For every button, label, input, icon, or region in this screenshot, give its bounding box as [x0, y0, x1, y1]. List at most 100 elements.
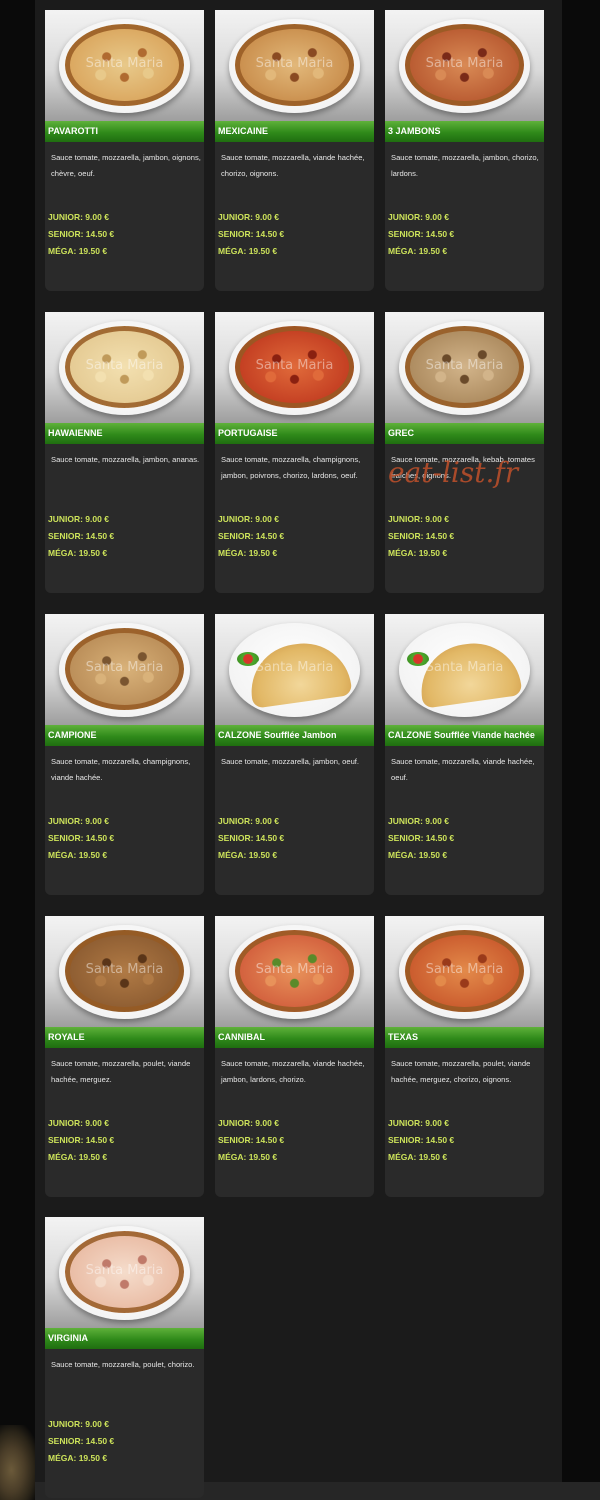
pizza-name[interactable]: TEXAS	[385, 1027, 544, 1048]
price-senior: SENIOR: 14.50 €	[218, 833, 285, 843]
pizza-card[interactable]: Santa Maria 3 JAMBONS Sauce tomate, mozzar…	[385, 10, 544, 291]
santa-maria-watermark: Santa Maria	[85, 358, 164, 373]
pizza-image[interactable]: Santa Maria	[385, 312, 544, 423]
price-mega: MÉGA: 19.50 €	[218, 246, 278, 256]
pizza-name[interactable]: VIRGINIA	[45, 1328, 204, 1349]
price-list: JUNIOR: 9.00 € SENIOR: 14.50 € MÉGA: 19.50…	[48, 209, 114, 260]
pizza-description: Sauce tomate, mozzarella, viande hachée,…	[221, 1059, 365, 1084]
price-list: JUNIOR: 9.00 € SENIOR: 14.50 € MÉGA: 19.50…	[48, 1416, 114, 1467]
pizza-name[interactable]: CANNIBAL	[215, 1027, 374, 1048]
price-junior: JUNIOR: 9.00 €	[218, 816, 279, 826]
price-mega: MÉGA: 19.50 €	[388, 1152, 448, 1162]
price-senior: SENIOR: 14.50 €	[388, 833, 455, 843]
pizza-image[interactable]: Santa Maria	[45, 916, 204, 1027]
price-mega: MÉGA: 19.50 €	[48, 1152, 108, 1162]
pizza-description: Sauce tomate, mozzarella, jambon, ananas…	[51, 455, 200, 464]
pizza-card[interactable]: Santa Maria PAVAROTTI Sauce tomate, mozzar…	[45, 10, 204, 291]
pizza-image[interactable]: Santa Maria	[215, 312, 374, 423]
price-senior: SENIOR: 14.50 €	[218, 1135, 285, 1145]
price-senior: SENIOR: 14.50 €	[218, 229, 285, 239]
pizza-name[interactable]: MEXICAINE	[215, 121, 374, 142]
santa-maria-watermark: Santa Maria	[255, 660, 334, 675]
price-junior: JUNIOR: 9.00 €	[48, 1118, 109, 1128]
price-mega: MÉGA: 19.50 €	[388, 246, 448, 256]
price-mega: MÉGA: 19.50 €	[48, 246, 108, 256]
price-junior: JUNIOR: 9.00 €	[388, 1118, 449, 1128]
price-list: JUNIOR: 9.00 € SENIOR: 14.50 € MÉGA: 19.50…	[218, 209, 284, 260]
santa-maria-watermark: Santa Maria	[85, 1263, 164, 1278]
price-senior: SENIOR: 14.50 €	[48, 229, 115, 239]
pizza-card[interactable]: Santa Maria VIRGINIA Sauce tomate, mozzare…	[45, 1217, 204, 1498]
price-senior: SENIOR: 14.50 €	[388, 1135, 455, 1145]
price-list: JUNIOR: 9.00 € SENIOR: 14.50 € MÉGA: 19.50…	[388, 511, 454, 562]
pizza-name[interactable]: PORTUGAISE	[215, 423, 374, 444]
pizza-card[interactable]: Santa Maria CALZONE Soufflée Jambon Sauce …	[215, 614, 374, 895]
pizza-name[interactable]: PAVAROTTI	[45, 121, 204, 142]
eat-list-watermark: eat-list.fr	[388, 456, 519, 489]
pizza-description: Sauce tomate, mozzarella, poulet, choriz…	[51, 1360, 195, 1369]
santa-maria-watermark: Santa Maria	[85, 56, 164, 71]
pizza-image[interactable]: Santa Maria	[385, 10, 544, 121]
santa-maria-watermark: Santa Maria	[425, 962, 504, 977]
pizza-name[interactable]: GREC	[385, 423, 544, 444]
price-mega: MÉGA: 19.50 €	[48, 548, 108, 558]
pizza-image[interactable]: Santa Maria	[45, 1217, 204, 1328]
calzone-image[interactable]: Santa Maria	[215, 614, 374, 725]
price-junior: JUNIOR: 9.00 €	[388, 514, 449, 524]
pizza-image[interactable]: Santa Maria	[45, 312, 204, 423]
price-list: JUNIOR: 9.00 € SENIOR: 14.50 € MÉGA: 19.50…	[218, 1115, 284, 1166]
santa-maria-watermark: Santa Maria	[425, 56, 504, 71]
pizza-image[interactable]: Santa Maria	[45, 10, 204, 121]
calzone-image[interactable]: Santa Maria	[385, 614, 544, 725]
pizza-description: Sauce tomate, mozzarella, poulet, viande…	[391, 1059, 531, 1084]
pizza-card[interactable]: Santa Maria MEXICAINE Sauce tomate, mozzar…	[215, 10, 374, 291]
pizza-name[interactable]: 3 JAMBONS	[385, 121, 544, 142]
pizza-description: Sauce tomate, mozzarella, champignons, j…	[221, 455, 361, 480]
price-junior: JUNIOR: 9.00 €	[218, 212, 279, 222]
price-list: JUNIOR: 9.00 € SENIOR: 14.50 € MÉGA: 19.50…	[388, 813, 454, 864]
pizza-description: Sauce tomate, mozzarella, poulet, viande…	[51, 1059, 191, 1084]
price-senior: SENIOR: 14.50 €	[48, 531, 115, 541]
santa-maria-watermark: Santa Maria	[425, 358, 504, 373]
price-mega: MÉGA: 19.50 €	[48, 850, 108, 860]
pizza-card[interactable]: Santa Maria TEXAS Sauce tomate, mozzarella…	[385, 916, 544, 1197]
pizza-name[interactable]: CALZONE Soufflée Viande hachée	[385, 725, 544, 746]
right-background	[562, 0, 600, 1500]
pizza-description: Sauce tomate, mozzarella, viande hachée,…	[391, 757, 535, 782]
pizza-card[interactable]: Santa Maria PORTUGAISE Sauce tomate, mozza…	[215, 312, 374, 593]
pizza-image[interactable]: Santa Maria	[215, 916, 374, 1027]
price-junior: JUNIOR: 9.00 €	[48, 514, 109, 524]
price-list: JUNIOR: 9.00 € SENIOR: 14.50 € MÉGA: 19.50…	[218, 511, 284, 562]
pizza-image[interactable]: Santa Maria	[215, 10, 374, 121]
price-senior: SENIOR: 14.50 €	[388, 229, 455, 239]
price-mega: MÉGA: 19.50 €	[388, 850, 448, 860]
price-senior: SENIOR: 14.50 €	[48, 833, 115, 843]
price-senior: SENIOR: 14.50 €	[218, 531, 285, 541]
pizza-card[interactable]: Santa Maria CANNIBAL Sauce tomate, mozzare…	[215, 916, 374, 1197]
pizza-description: Sauce tomate, mozzarella, jambon, choriz…	[391, 153, 539, 178]
santa-maria-watermark: Santa Maria	[85, 660, 164, 675]
pizza-name[interactable]: CALZONE Soufflée Jambon	[215, 725, 374, 746]
santa-maria-watermark: Santa Maria	[85, 962, 164, 977]
pizza-name[interactable]: HAWAIENNE	[45, 423, 204, 444]
pizza-name[interactable]: CAMPIONE	[45, 725, 204, 746]
pizza-card[interactable]: Santa Maria HAWAIENNE Sauce tomate, mozzar…	[45, 312, 204, 593]
pizza-image[interactable]: Santa Maria	[45, 614, 204, 725]
pizza-card[interactable]: Santa Maria CAMPIONE Sauce tomate, mozzare…	[45, 614, 204, 895]
price-mega: MÉGA: 19.50 €	[388, 548, 448, 558]
pizza-name[interactable]: ROYALE	[45, 1027, 204, 1048]
left-background	[0, 0, 35, 1500]
decorative-rock-image	[0, 1425, 38, 1500]
pizza-card[interactable]: Santa Maria CALZONE Soufflée Viande haché…	[385, 614, 544, 895]
price-junior: JUNIOR: 9.00 €	[218, 514, 279, 524]
price-junior: JUNIOR: 9.00 €	[388, 212, 449, 222]
price-senior: SENIOR: 14.50 €	[388, 531, 455, 541]
price-list: JUNIOR: 9.00 € SENIOR: 14.50 € MÉGA: 19.50…	[48, 1115, 114, 1166]
pizza-image[interactable]: Santa Maria	[385, 916, 544, 1027]
santa-maria-watermark: Santa Maria	[255, 358, 334, 373]
pizza-card[interactable]: Santa Maria GREC Sauce tomate, mozzarella,…	[385, 312, 544, 593]
price-senior: SENIOR: 14.50 €	[48, 1135, 115, 1145]
price-mega: MÉGA: 19.50 €	[218, 1152, 278, 1162]
pizza-card[interactable]: Santa Maria ROYALE Sauce tomate, mozzarell…	[45, 916, 204, 1197]
price-mega: MÉGA: 19.50 €	[218, 850, 278, 860]
